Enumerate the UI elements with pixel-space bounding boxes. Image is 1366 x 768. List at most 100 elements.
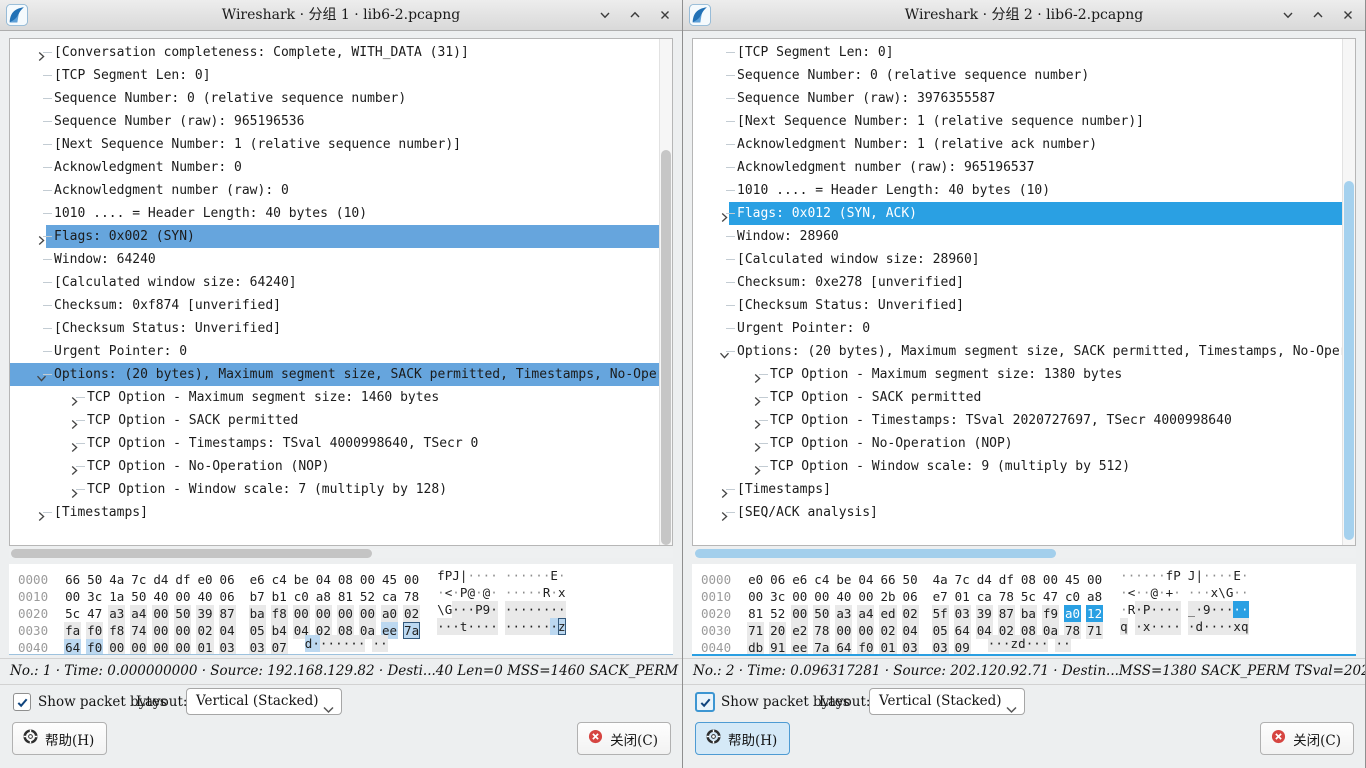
hex-byte[interactable]: 09 [954,639,971,656]
ascii-char[interactable]: · [1188,618,1196,635]
hex-row[interactable]: 00205c47a3a400503987baf800000000a002\G··… [9,601,673,618]
tree-row[interactable]: 1010 .... = Header Length: 40 bytes (10) [10,202,660,225]
ascii-char[interactable]: · [535,601,543,618]
ascii-char[interactable]: E [1233,567,1241,584]
expander-icon[interactable] [36,47,47,64]
hex-byte[interactable]: 00 [108,639,125,655]
ascii-char[interactable]: · [490,601,498,618]
tree-row[interactable]: 1010 .... = Header Length: 40 bytes (10) [693,179,1343,202]
ascii-char[interactable]: · [1226,601,1234,618]
show-packet-bytes-checkbox[interactable] [695,692,715,712]
ascii-char[interactable]: · [1218,618,1226,635]
ascii-char[interactable]: f [1166,567,1174,584]
tree-row[interactable]: [SEQ/ACK analysis] [693,501,1343,524]
ascii-char[interactable]: · [1226,618,1234,635]
ascii-char[interactable]: · [528,601,536,618]
ascii-char[interactable]: · [535,584,543,601]
hex-row[interactable]: 004064f00000000001030307d········· [9,635,673,652]
tree-row[interactable]: [Conversation completeness: Complete, WI… [10,41,660,64]
tree-row[interactable]: [Calculated window size: 28960] [693,248,1343,271]
ascii-char[interactable]: · [1063,635,1071,652]
ascii-char[interactable]: · [1120,584,1128,601]
show-packet-bytes-checkbox[interactable] [13,693,31,711]
ascii-char[interactable]: · [1173,618,1181,635]
ascii-char[interactable]: · [1203,584,1211,601]
tree-row[interactable]: TCP Option - No-Operation (NOP) [10,455,660,478]
expander-icon[interactable] [36,231,47,248]
tree-row[interactable]: [Next Sequence Number: 1 (relative seque… [693,110,1343,133]
ascii-char[interactable]: · [988,635,996,652]
tree-row[interactable]: Sequence Number (raw): 965196536 [10,110,660,133]
help-button[interactable]: 帮助(H) [12,722,107,755]
ascii-char[interactable]: · [1166,618,1174,635]
ascii-char[interactable]: · [1150,567,1158,584]
ascii-char[interactable]: · [520,584,528,601]
expander-icon[interactable] [752,461,763,478]
ascii-char[interactable]: · [445,618,453,635]
ascii-char[interactable]: @ [467,584,475,601]
ascii-char[interactable]: · [1195,584,1203,601]
tree-row[interactable]: Acknowledgment Number: 0 [10,156,660,179]
expander-icon[interactable] [36,507,47,524]
ascii-char[interactable]: 9 [483,601,491,618]
ascii-char[interactable]: · [1211,618,1219,635]
ascii-char[interactable]: P [1143,601,1151,618]
ascii-char[interactable]: x [1233,618,1241,635]
ascii-char[interactable]: · [1195,601,1203,618]
ascii-char[interactable]: @ [1150,584,1158,601]
tree-row[interactable]: [TCP Segment Len: 0] [693,41,1343,64]
hex-byte[interactable]: db [747,639,764,656]
ascii-char[interactable]: · [452,584,460,601]
ascii-char[interactable]: · [1158,601,1166,618]
tree-row[interactable]: Sequence Number: 0 (relative sequence nu… [10,87,660,110]
ascii-char[interactable]: · [512,618,520,635]
ascii-char[interactable]: · [1026,635,1034,652]
layout-select[interactable]: Vertical (Stacked) [186,688,342,715]
ascii-char[interactable]: x [1211,584,1219,601]
ascii-char[interactable]: G [1226,584,1234,601]
ascii-char[interactable]: · [1203,567,1211,584]
shade-window-icon[interactable] [1281,8,1295,22]
tree-row[interactable]: TCP Option - Maximum segment size: 1460 … [10,386,660,409]
vertical-scrollbar[interactable] [1342,39,1355,545]
expander-icon[interactable] [719,208,730,225]
ascii-char[interactable]: @ [483,584,491,601]
ascii-char[interactable]: · [380,635,388,652]
ascii-char[interactable]: · [1241,567,1249,584]
ascii-char[interactable]: · [437,618,445,635]
ascii-char[interactable]: J [452,567,460,584]
hex-byte[interactable]: 03 [249,639,266,655]
ascii-char[interactable]: · [550,601,558,618]
ascii-char[interactable]: < [445,584,453,601]
hex-byte[interactable]: 07 [271,639,288,655]
tree-row[interactable]: TCP Option - No-Operation (NOP) [693,432,1343,455]
tree-row[interactable]: [Checksum Status: Unverified] [10,317,660,340]
ascii-char[interactable]: · [505,584,513,601]
ascii-char[interactable]: q [1120,618,1128,635]
hex-byte[interactable]: f0 [857,639,874,656]
vertical-scrollbar[interactable] [659,39,672,545]
title-bar[interactable]: Wireshark · 分组 1 · lib6-2.pcapng [0,0,682,31]
ascii-char[interactable]: · [1203,618,1211,635]
ascii-char[interactable]: · [1128,567,1136,584]
ascii-char[interactable]: · [312,635,320,652]
ascii-char[interactable]: · [528,567,536,584]
ascii-char[interactable]: · [1226,567,1234,584]
ascii-char[interactable]: · [1173,601,1181,618]
ascii-char[interactable]: · [467,601,475,618]
close-window-icon[interactable] [1341,8,1355,22]
ascii-char[interactable]: t [460,618,468,635]
ascii-char[interactable]: · [350,635,358,652]
layout-select[interactable]: Vertical (Stacked) [869,688,1025,715]
tree-row[interactable]: Window: 28960 [693,225,1343,248]
tree-row[interactable]: [Calculated window size: 64240] [10,271,660,294]
tree-row[interactable]: TCP Option - Timestamps: TSval 400099864… [10,432,660,455]
scrollbar-thumb[interactable] [1344,181,1354,540]
tree-row[interactable]: Window: 64240 [10,248,660,271]
hex-byte[interactable]: 03 [902,639,919,656]
ascii-char[interactable]: · [1041,635,1049,652]
expander-icon[interactable] [719,346,730,363]
tree-row[interactable]: TCP Option - SACK permitted [693,386,1343,409]
tree-row[interactable]: Flags: 0x002 (SYN) [10,225,660,248]
ascii-char[interactable]: \ [1218,584,1226,601]
